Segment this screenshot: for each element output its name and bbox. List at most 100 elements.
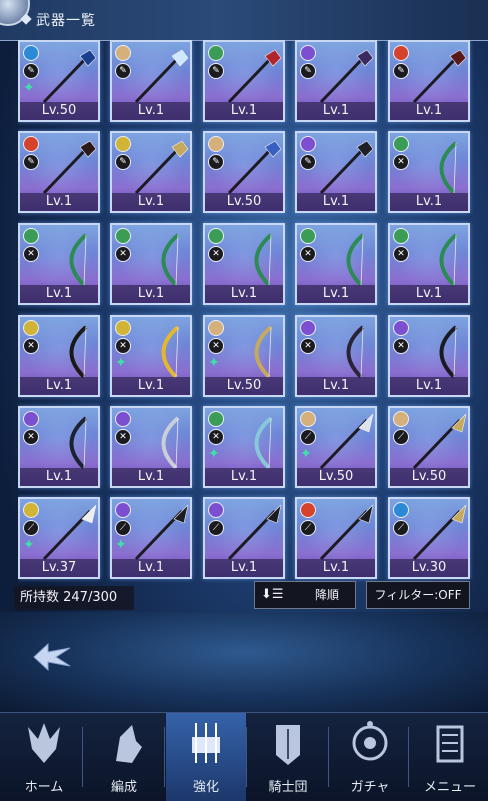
bow-type-icon: ✕ (300, 246, 316, 262)
nav-label: 編成 (110, 780, 137, 795)
staff-type-icon: ✎ (208, 154, 224, 170)
weapon-level: Lv.1 (20, 285, 98, 303)
weapon-card[interactable]: ✕ Lv.1 (388, 223, 470, 305)
weapon-card[interactable]: ✕ ✦ Lv.1 (110, 315, 192, 397)
nav-divider (82, 727, 83, 787)
element-icon (300, 502, 316, 518)
staff-weapon-art (42, 140, 97, 195)
nav-knights[interactable]: 騎士団 (248, 713, 328, 801)
bow-type-icon: ✕ (115, 429, 131, 445)
weapon-level: Lv.1 (297, 102, 375, 120)
weapon-card[interactable]: ✕ Lv.1 (110, 223, 192, 305)
element-icon (23, 502, 39, 518)
weapon-card[interactable]: ✕ Lv.1 (18, 406, 100, 488)
weapon-card[interactable]: ✎ Lv.1 (203, 40, 285, 122)
bow-type-icon: ✕ (208, 338, 224, 354)
weapon-grid: ✎ ✦ Lv.50 ✎ Lv.1 ✎ Lv.1 ✎ Lv.1 ✎ Lv.1 ✎ Lv.1 ✎ Lv.1 ✎ Lv… (18, 40, 478, 610)
nav-enhance[interactable]: 強化 (166, 713, 246, 801)
weapon-card[interactable]: ⟋ Lv.30 (388, 497, 470, 579)
weapon-level: Lv.1 (112, 468, 190, 486)
weapon-level: Lv.1 (112, 102, 190, 120)
nav-label: ホーム (24, 780, 64, 795)
sort-order-button[interactable]: ⬇☰ 降順 (254, 581, 356, 609)
nav-home[interactable]: ホーム (4, 713, 84, 801)
weapon-card[interactable]: ✎ Lv.1 (388, 40, 470, 122)
bow-weapon-art (254, 233, 273, 287)
weapon-level: Lv.1 (112, 285, 190, 303)
element-icon (393, 136, 409, 152)
weapon-card[interactable]: ✎ ✦ Lv.50 (18, 40, 100, 122)
element-icon (300, 45, 316, 61)
element-icon (23, 228, 39, 244)
weapon-card[interactable]: ✕ Lv.1 (388, 315, 470, 397)
weapon-card[interactable]: ✕ Lv.1 (295, 223, 377, 305)
element-icon (300, 228, 316, 244)
weapon-card[interactable]: ✕ ✦ Lv.50 (203, 315, 285, 397)
sort-order-label: 降順 (315, 588, 340, 602)
bow-type-icon: ✕ (23, 246, 39, 262)
weapon-card[interactable]: ✎ Lv.1 (110, 40, 192, 122)
weapon-card[interactable]: ⟋ ✦ Lv.37 (18, 497, 100, 579)
element-icon (393, 228, 409, 244)
nav-divider (408, 727, 409, 787)
spear-type-icon: ⟋ (300, 520, 316, 536)
weapon-card[interactable]: ✎ Lv.1 (295, 131, 377, 213)
weapon-card[interactable]: ✎ Lv.1 (110, 131, 192, 213)
weapon-level: Lv.50 (390, 468, 468, 486)
weapon-level: Lv.1 (20, 377, 98, 395)
nav-gacha[interactable]: ガチャ (330, 713, 410, 801)
weapon-level: Lv.1 (297, 559, 375, 577)
bow-weapon-art (439, 141, 458, 195)
weapon-card[interactable]: ✎ Lv.1 (18, 131, 100, 213)
bow-weapon-art (161, 233, 180, 287)
weapon-level: Lv.1 (390, 377, 468, 395)
bow-weapon-art (69, 233, 88, 287)
weapon-card[interactable]: ⟋ Lv.50 (388, 406, 470, 488)
knights-icon (276, 725, 300, 765)
star-icon: ✦ (23, 80, 35, 96)
element-icon (393, 411, 409, 427)
weapon-card[interactable]: ⟋ Lv.1 (203, 497, 285, 579)
weapon-card[interactable]: ⟋ ✦ Lv.50 (295, 406, 377, 488)
star-icon: ✦ (208, 355, 220, 371)
menu-icon (436, 725, 464, 763)
weapon-card[interactable]: ✕ Lv.1 (295, 315, 377, 397)
element-icon (115, 502, 131, 518)
weapon-card[interactable]: ✕ Lv.1 (203, 223, 285, 305)
bow-weapon-art (439, 233, 458, 287)
element-icon (393, 45, 409, 61)
element-icon (23, 136, 39, 152)
weapon-card[interactable]: ✕ Lv.1 (18, 223, 100, 305)
weapon-card[interactable]: ⟋ ✦ Lv.1 (110, 497, 192, 579)
weapon-card[interactable]: ✎ Lv.1 (295, 40, 377, 122)
staff-type-icon: ✎ (23, 154, 39, 170)
weapon-card[interactable]: ✕ ✦ Lv.1 (203, 406, 285, 488)
gacha-icon (352, 721, 388, 761)
element-icon (115, 320, 131, 336)
weapon-card[interactable]: ✕ Lv.1 (388, 131, 470, 213)
bow-weapon-art (254, 416, 273, 470)
back-emblem-icon[interactable] (30, 640, 74, 674)
weapon-card[interactable]: ✕ Lv.1 (18, 315, 100, 397)
owned-count: 所持数 247/300 (14, 586, 134, 610)
bow-weapon-art (254, 325, 273, 379)
weapon-card[interactable]: ✕ Lv.1 (110, 406, 192, 488)
weapon-card[interactable]: ✎ Lv.50 (203, 131, 285, 213)
weapon-level: Lv.1 (390, 285, 468, 303)
staff-weapon-art (319, 140, 374, 195)
nav-menu[interactable]: メニュー (410, 713, 488, 801)
nav-formation[interactable]: 編成 (84, 713, 164, 801)
bow-type-icon: ✕ (208, 429, 224, 445)
spear-type-icon: ⟋ (208, 520, 224, 536)
spear-weapon-art (42, 505, 97, 561)
bottom-nav: ホーム 編成 強化 騎士団 ガチャ メニュー (0, 712, 488, 801)
filter-button[interactable]: フィルター:OFF (366, 581, 470, 609)
nav-divider (328, 727, 329, 787)
staff-weapon-art (134, 49, 189, 104)
spear-weapon-art (319, 505, 374, 561)
element-icon (393, 320, 409, 336)
staff-type-icon: ✎ (300, 63, 316, 79)
nav-label: ガチャ (350, 780, 390, 795)
sort-icon: ⬇☰ (261, 587, 284, 602)
weapon-card[interactable]: ⟋ Lv.1 (295, 497, 377, 579)
